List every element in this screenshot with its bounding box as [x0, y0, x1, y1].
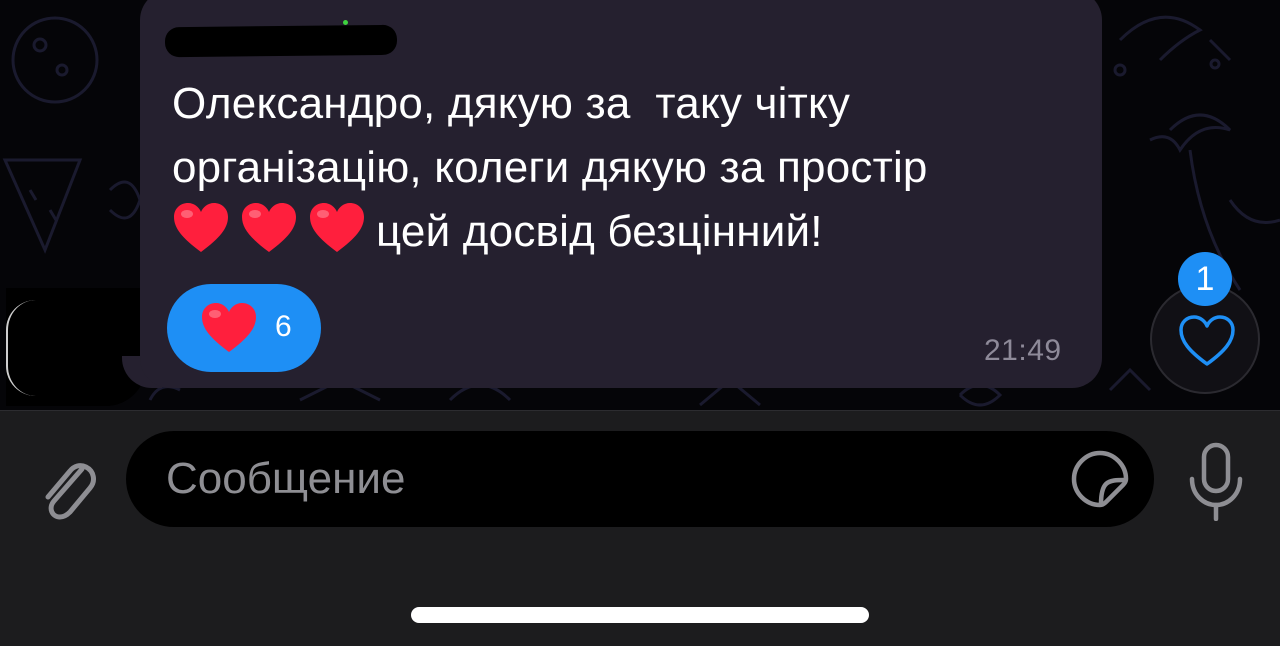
home-indicator: [411, 607, 869, 623]
red-heart-emoji: [174, 203, 228, 252]
heart-outline-icon: [1179, 315, 1235, 366]
message-time: 21:49: [984, 334, 1062, 367]
chat-screen: Олександро, дякую за таку чітку організа…: [0, 0, 1280, 646]
heart-reaction-chip[interactable]: 6: [167, 284, 321, 372]
message-text: Олександро, дякую за таку чітку організа…: [172, 72, 1072, 264]
message-composer: [0, 410, 1280, 646]
red-heart-emoji: [242, 203, 296, 252]
microphone-icon[interactable]: [1184, 441, 1248, 521]
red-heart-emoji: [310, 203, 364, 252]
sender-name-fragment: [343, 20, 348, 25]
message-field[interactable]: [126, 431, 1154, 527]
message-line-3-text: цей досвід безцінний!: [376, 207, 823, 256]
message-line-1: Олександро, дякую за таку чітку: [172, 79, 851, 128]
message-input[interactable]: [166, 431, 1046, 527]
message-line-3: цей досвід безцінний!: [172, 203, 823, 256]
paperclip-icon[interactable]: [30, 447, 100, 527]
red-heart-emoji: [202, 303, 256, 352]
message-line-2: організацію, колеги дякую за простір: [172, 143, 928, 192]
unread-reactions-badge[interactable]: 1: [1178, 252, 1232, 306]
sticker-icon[interactable]: [1070, 449, 1130, 509]
avatar-edge: [6, 300, 38, 396]
reaction-count: 6: [275, 310, 292, 343]
chat-history[interactable]: Олександро, дякую за таку чітку організа…: [0, 0, 1280, 410]
sender-name-redacted: [164, 24, 398, 58]
